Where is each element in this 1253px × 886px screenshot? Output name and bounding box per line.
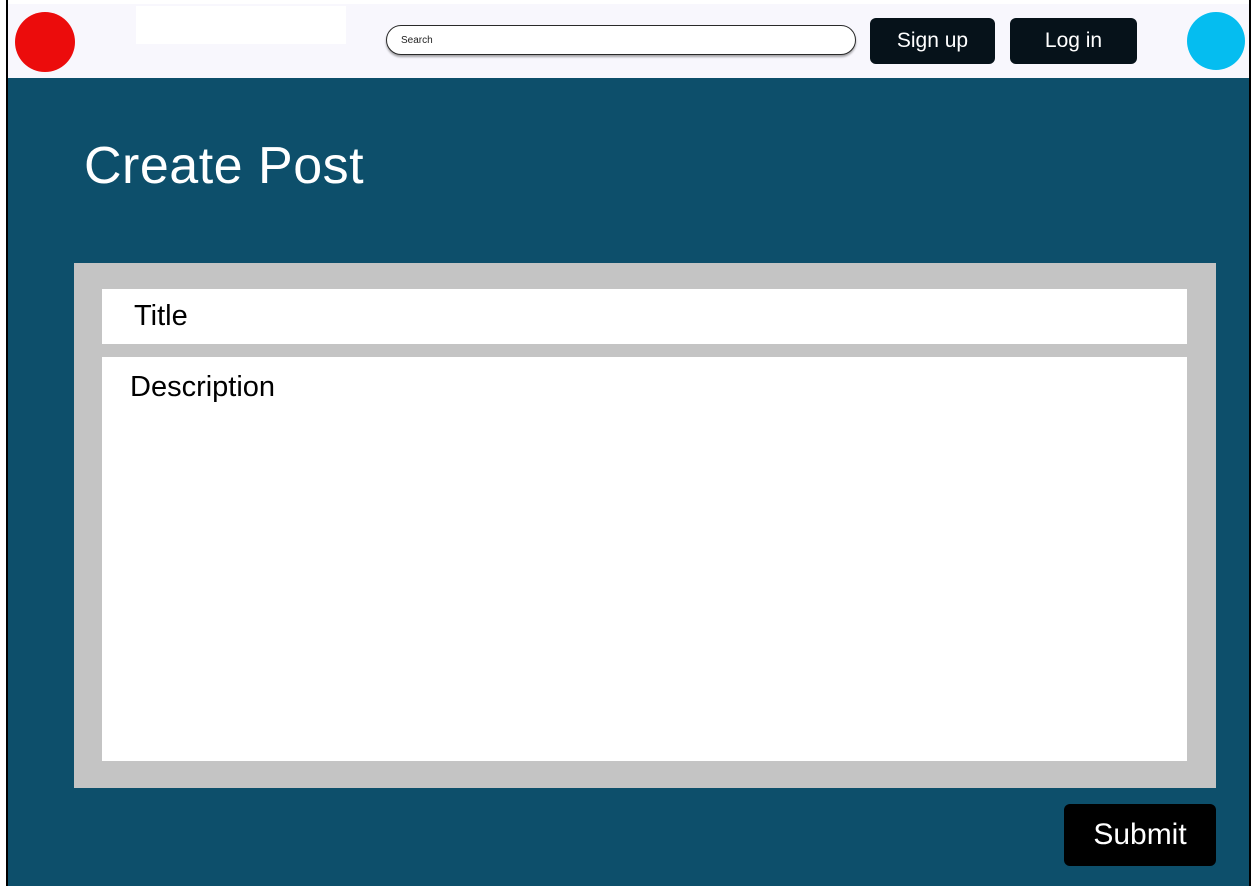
submit-button[interactable]: Submit: [1064, 804, 1216, 866]
main-content: Create Post Title Description Submit: [8, 78, 1249, 886]
post-title-field[interactable]: Title: [102, 289, 1187, 344]
post-description-field[interactable]: Description: [102, 357, 1187, 761]
create-post-form: Title Description: [74, 263, 1216, 788]
logo-placeholder: [136, 6, 346, 44]
top-navigation-bar: Sign up Log in: [8, 4, 1249, 78]
app-window: Sign up Log in Create Post Title Descrip…: [0, 0, 1253, 886]
search-input[interactable]: [401, 34, 855, 46]
window-border-right: [1249, 0, 1251, 886]
sign-up-button[interactable]: Sign up: [870, 18, 995, 64]
avatar-icon[interactable]: [1187, 12, 1245, 70]
logo-icon[interactable]: [15, 12, 75, 72]
search-bar[interactable]: [386, 25, 856, 55]
page-title: Create Post: [84, 137, 365, 195]
log-in-button[interactable]: Log in: [1010, 18, 1137, 64]
